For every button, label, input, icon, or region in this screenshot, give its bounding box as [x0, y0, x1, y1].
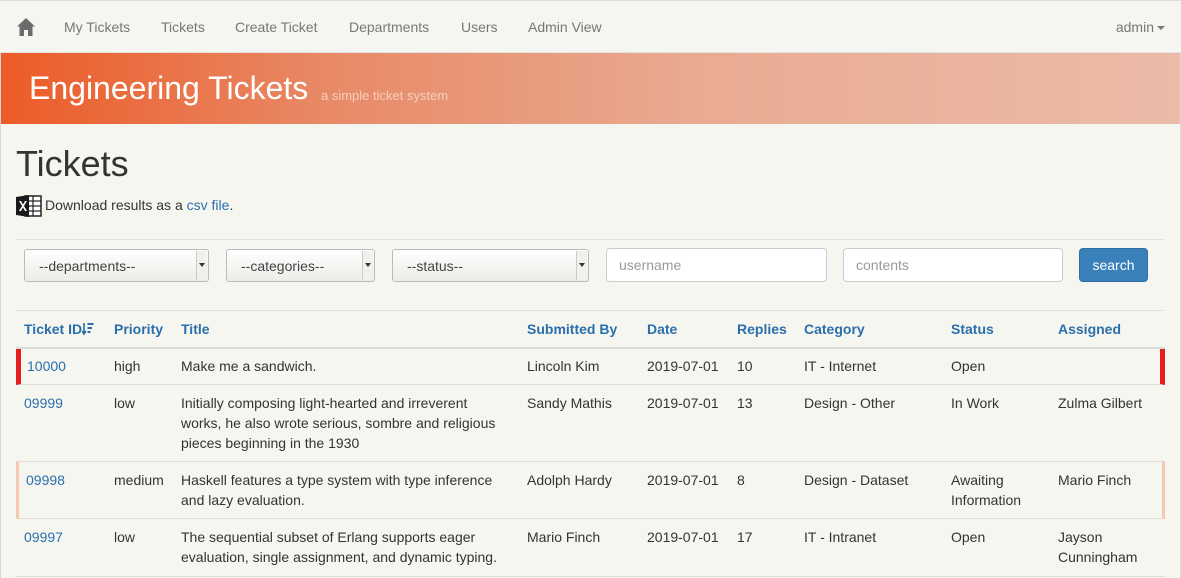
ticket-id-link[interactable]: 09997	[24, 527, 63, 547]
date-cell: 2019-07-01	[647, 395, 719, 411]
chevron-down-icon	[1157, 26, 1165, 31]
nav-my-tickets[interactable]: My Tickets	[64, 19, 130, 35]
nav-departments[interactable]: Departments	[349, 19, 429, 35]
categories-select-value: --categories--	[241, 258, 325, 274]
ticket-id-link[interactable]: 09998	[26, 470, 65, 490]
title-cell: The sequential subset of Erlang supports…	[181, 529, 497, 565]
top-navbar: My Tickets Tickets Create Ticket Departm…	[0, 0, 1181, 53]
select-arrow-icon	[196, 251, 207, 280]
column-submitted-by[interactable]: Submitted By	[527, 321, 617, 337]
column-category[interactable]: Category	[804, 321, 865, 337]
nav-create-ticket[interactable]: Create Ticket	[235, 19, 317, 35]
date-cell: 2019-07-01	[647, 472, 719, 488]
priority-cell: high	[114, 358, 141, 374]
nav-tickets[interactable]: Tickets	[161, 19, 205, 35]
submitted-by-cell: Mario Finch	[527, 529, 601, 545]
category-cell: Design - Other	[804, 395, 896, 411]
download-line: Download results as a csv file.	[45, 197, 233, 213]
category-cell: IT - Intranet	[804, 529, 877, 545]
home-icon[interactable]	[16, 17, 36, 37]
title-cell: Initially composing light-hearted and ir…	[181, 395, 496, 451]
replies-cell: 8	[737, 472, 745, 488]
column-ticket-id-label: Ticket ID	[24, 321, 83, 337]
replies-cell: 17	[737, 529, 753, 545]
date-cell: 2019-07-01	[647, 358, 719, 374]
column-date[interactable]: Date	[647, 321, 677, 337]
nav-users[interactable]: Users	[461, 19, 498, 35]
user-name: admin	[1115, 19, 1154, 35]
departments-select-value: --departments--	[39, 258, 136, 274]
column-replies[interactable]: Replies	[737, 321, 787, 337]
priority-cell: low	[114, 395, 136, 411]
status-select-value: --status--	[407, 258, 463, 274]
submitted-by-cell: Lincoln Kim	[527, 358, 600, 374]
select-arrow-icon	[576, 251, 587, 280]
priority-cell: low	[114, 529, 136, 545]
sort-descending-icon	[82, 323, 94, 336]
replies-cell: 10	[737, 358, 753, 374]
site-subtitle: a simple ticket system	[321, 88, 449, 103]
departments-select[interactable]: --departments--	[24, 249, 209, 282]
ticket-id-link[interactable]: 10000	[27, 356, 66, 376]
select-arrow-icon	[362, 251, 373, 280]
column-assigned[interactable]: Assigned	[1058, 321, 1121, 337]
divider	[16, 239, 1165, 240]
category-cell: Design - Dataset	[804, 472, 909, 488]
status-select[interactable]: --status--	[392, 249, 589, 282]
user-menu[interactable]: admin	[1116, 19, 1165, 35]
header-banner: Engineering Tickets a simple ticket syst…	[1, 53, 1180, 124]
page-title: Tickets	[16, 143, 129, 184]
divider	[16, 310, 1165, 311]
priority-cell: medium	[114, 472, 164, 488]
column-priority[interactable]: Priority	[114, 321, 163, 337]
status-cell: Open	[951, 358, 986, 374]
status-cell: In Work	[951, 395, 999, 411]
assigned-cell: Zulma Gilbert	[1058, 395, 1143, 411]
status-cell: Open	[951, 529, 986, 545]
category-cell: IT - Internet	[804, 358, 877, 374]
submitted-by-cell: Sandy Mathis	[527, 395, 612, 411]
contents-input[interactable]	[843, 248, 1063, 282]
column-status[interactable]: Status	[951, 321, 994, 337]
title-cell: Make me a sandwich.	[181, 358, 317, 374]
download-text: Download results as a	[45, 197, 187, 213]
title-cell: Haskell features a type system with type…	[181, 472, 493, 508]
excel-icon	[16, 195, 42, 217]
search-button[interactable]: search	[1079, 248, 1148, 282]
assigned-cell: Jayson Cunningham	[1058, 529, 1138, 565]
site-title: Engineering Tickets	[29, 70, 309, 106]
date-cell: 2019-07-01	[647, 529, 719, 545]
column-ticket-id[interactable]: Ticket ID	[24, 321, 94, 337]
download-suffix: .	[229, 197, 234, 213]
categories-select[interactable]: --categories--	[226, 249, 375, 282]
column-title[interactable]: Title	[181, 321, 210, 337]
status-cell: Awaiting Information	[951, 472, 1022, 508]
nav-admin-view[interactable]: Admin View	[528, 19, 602, 35]
csv-download-link[interactable]: csv file	[187, 197, 230, 213]
username-input[interactable]	[606, 248, 827, 282]
replies-cell: 13	[737, 395, 753, 411]
assigned-cell: Mario Finch	[1058, 472, 1132, 488]
ticket-id-link[interactable]: 09999	[24, 393, 63, 413]
submitted-by-cell: Adolph Hardy	[527, 472, 612, 488]
